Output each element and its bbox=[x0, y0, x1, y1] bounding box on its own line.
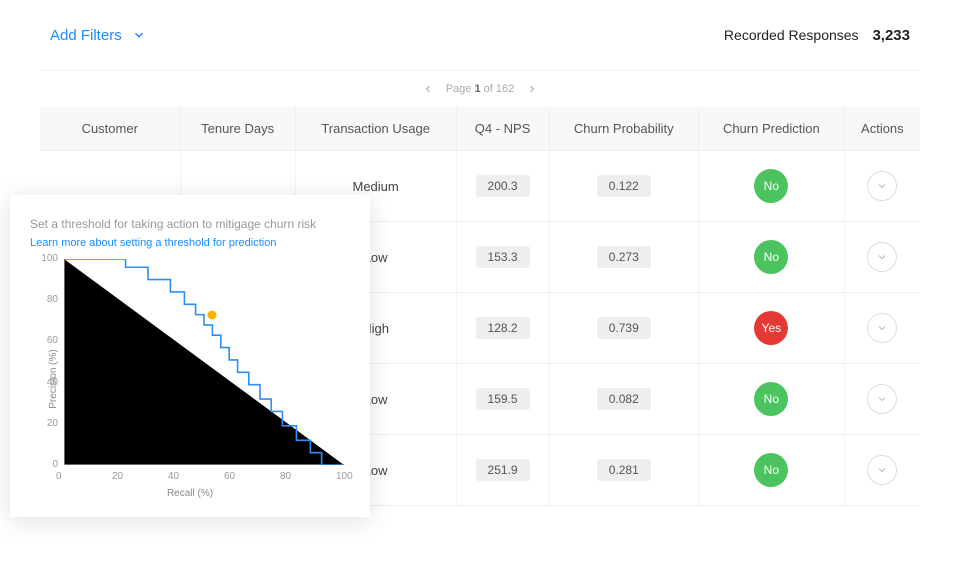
add-filters-button[interactable]: Add Filters bbox=[50, 27, 146, 44]
recorded-count: 3,233 bbox=[872, 27, 910, 44]
recorded-responses: Recorded Responses 3,233 bbox=[724, 27, 910, 44]
prediction-badge: Yes bbox=[754, 311, 788, 345]
cell-actions bbox=[844, 293, 920, 364]
xtick: 20 bbox=[112, 471, 123, 482]
col-q4-nps[interactable]: Q4 - NPS bbox=[456, 107, 549, 151]
xtick: 60 bbox=[224, 471, 235, 482]
ytick: 100 bbox=[34, 253, 58, 264]
chevron-down-icon bbox=[876, 322, 888, 334]
threshold-chart-card: Set a threshold for taking action to mit… bbox=[10, 195, 370, 517]
row-action-button[interactable] bbox=[867, 313, 897, 343]
cell-actions bbox=[844, 364, 920, 435]
cell-pred: No bbox=[698, 364, 844, 435]
nps-pill: 128.2 bbox=[476, 317, 530, 339]
chevron-down-icon bbox=[876, 251, 888, 263]
prediction-badge: No bbox=[754, 240, 788, 274]
chevron-down-icon bbox=[876, 393, 888, 405]
xtick: 40 bbox=[168, 471, 179, 482]
cell-prob: 0.739 bbox=[549, 293, 698, 364]
prob-pill: 0.281 bbox=[597, 459, 651, 481]
cell-nps: 153.3 bbox=[456, 222, 549, 293]
cell-nps: 200.3 bbox=[456, 151, 549, 222]
chart-subtitle: Set a threshold for taking action to mit… bbox=[30, 217, 350, 231]
chevron-down-icon bbox=[132, 28, 146, 42]
prob-pill: 0.122 bbox=[597, 175, 651, 197]
col-transaction-usage[interactable]: Transaction Usage bbox=[295, 107, 456, 151]
row-action-button[interactable] bbox=[867, 384, 897, 414]
ytick: 0 bbox=[34, 459, 58, 470]
ytick: 40 bbox=[34, 377, 58, 388]
row-action-button[interactable] bbox=[867, 242, 897, 272]
ytick: 20 bbox=[34, 418, 58, 429]
col-actions[interactable]: Actions bbox=[844, 107, 920, 151]
chevron-down-icon bbox=[876, 464, 888, 476]
cell-pred: Yes bbox=[698, 293, 844, 364]
nps-pill: 153.3 bbox=[476, 246, 530, 268]
row-action-button[interactable] bbox=[867, 455, 897, 485]
pager-text: Page 1 of 162 bbox=[446, 83, 515, 95]
cell-prob: 0.281 bbox=[549, 435, 698, 506]
nps-pill: 200.3 bbox=[476, 175, 530, 197]
nps-pill: 251.9 bbox=[476, 459, 530, 481]
cell-actions bbox=[844, 435, 920, 506]
row-action-button[interactable] bbox=[867, 171, 897, 201]
pager: Page 1 of 162 bbox=[40, 71, 920, 107]
prediction-badge: No bbox=[754, 453, 788, 487]
col-customer[interactable]: Customer bbox=[40, 107, 180, 151]
ytick: 60 bbox=[34, 335, 58, 346]
chevron-left-icon[interactable] bbox=[422, 83, 434, 95]
prediction-badge: No bbox=[754, 382, 788, 416]
chart-plot[interactable]: 020406080100020406080100 bbox=[64, 259, 344, 465]
chart-xlabel: Recall (%) bbox=[167, 488, 213, 499]
nps-pill: 159.5 bbox=[476, 388, 530, 410]
prob-pill: 0.273 bbox=[597, 246, 651, 268]
ytick: 80 bbox=[34, 294, 58, 305]
cell-pred: No bbox=[698, 222, 844, 293]
recorded-label: Recorded Responses bbox=[724, 27, 859, 43]
col-churn-prediction[interactable]: Churn Prediction bbox=[698, 107, 844, 151]
cell-actions bbox=[844, 222, 920, 293]
cell-nps: 159.5 bbox=[456, 364, 549, 435]
cell-prob: 0.122 bbox=[549, 151, 698, 222]
cell-pred: No bbox=[698, 435, 844, 506]
learn-more-link[interactable]: Learn more about setting a threshold for… bbox=[30, 237, 276, 249]
add-filters-label: Add Filters bbox=[50, 27, 122, 44]
prob-pill: 0.739 bbox=[597, 317, 651, 339]
col-churn-probability[interactable]: Churn Probability bbox=[549, 107, 698, 151]
xtick: 0 bbox=[56, 471, 62, 482]
cell-nps: 128.2 bbox=[456, 293, 549, 364]
xtick: 80 bbox=[280, 471, 291, 482]
cell-pred: No bbox=[698, 151, 844, 222]
threshold-marker[interactable] bbox=[208, 310, 217, 319]
chart-area: Precision (%) Recall (%) 020406080100020… bbox=[30, 259, 350, 499]
chevron-right-icon[interactable] bbox=[526, 83, 538, 95]
col-tenure-days[interactable]: Tenure Days bbox=[180, 107, 295, 151]
cell-prob: 0.273 bbox=[549, 222, 698, 293]
cell-actions bbox=[844, 151, 920, 222]
xtick: 100 bbox=[336, 471, 353, 482]
prediction-badge: No bbox=[754, 169, 788, 203]
chevron-down-icon bbox=[876, 180, 888, 192]
cell-nps: 251.9 bbox=[456, 435, 549, 506]
prob-pill: 0.082 bbox=[597, 388, 651, 410]
cell-prob: 0.082 bbox=[549, 364, 698, 435]
